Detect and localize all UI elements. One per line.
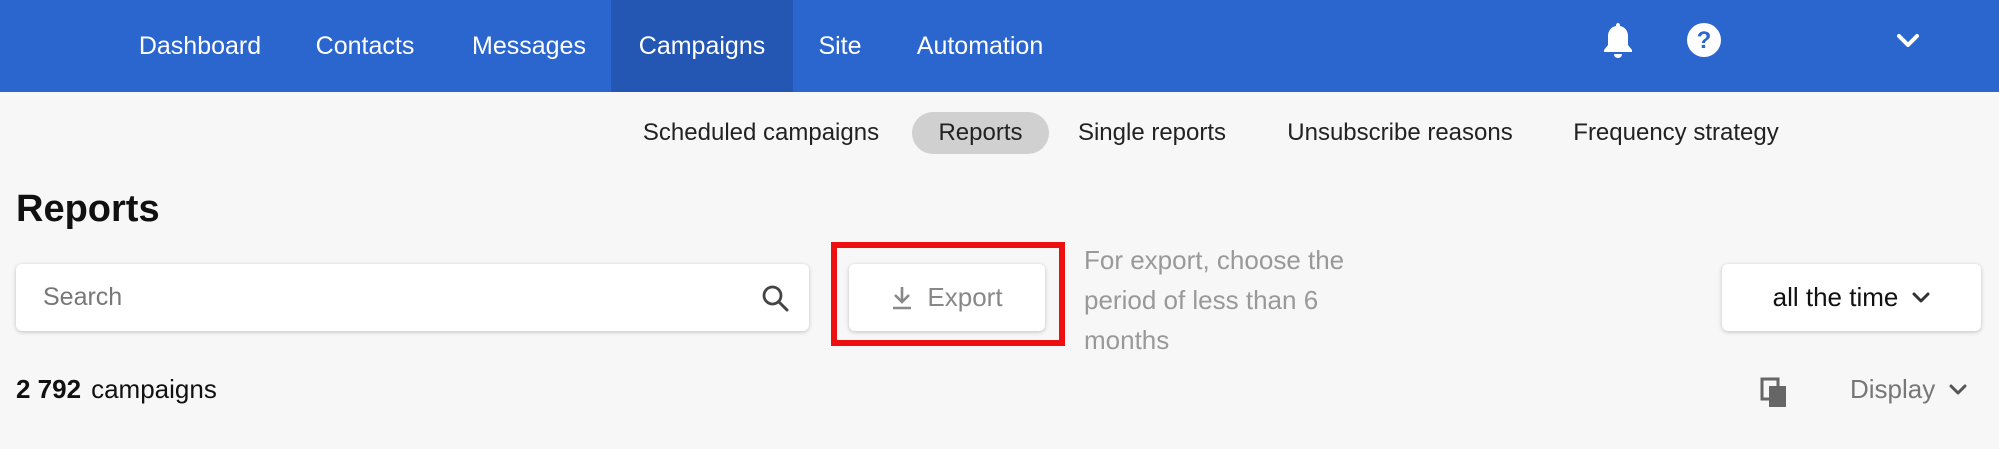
campaign-count-value: 2 792: [16, 374, 82, 404]
export-hint-text: For export, choose the period of less th…: [1084, 245, 1345, 355]
help-icon[interactable]: ?: [1686, 22, 1722, 58]
nav-item-dashboard[interactable]: Dashboard: [118, 0, 282, 92]
search-icon[interactable]: [761, 284, 789, 312]
page-title: Reports: [16, 188, 160, 230]
export-button-label: Export: [927, 282, 1003, 312]
copy-icon[interactable]: [1760, 377, 1788, 409]
subnav-item-scheduled-campaigns[interactable]: Scheduled campaigns: [626, 112, 896, 154]
chevron-down-icon: [1912, 292, 1930, 302]
display-dropdown-label: Display: [1850, 374, 1936, 404]
download-icon: [893, 286, 912, 309]
top-nav-bar: Dashboard Contacts Messages Campaigns Si…: [0, 0, 1999, 92]
subnav-item-unsubscribe-reasons[interactable]: Unsubscribe reasons: [1270, 112, 1530, 154]
bell-icon[interactable]: [1600, 20, 1636, 60]
account-menu-chevron-icon[interactable]: [1894, 30, 1922, 52]
nav-item-contacts[interactable]: Contacts: [290, 0, 440, 92]
subnav-item-frequency-strategy[interactable]: Frequency strategy: [1560, 112, 1792, 154]
subnav-item-single-reports[interactable]: Single reports: [1064, 112, 1240, 154]
search-input[interactable]: [16, 264, 716, 331]
nav-item-campaigns[interactable]: Campaigns: [611, 0, 793, 92]
nav-item-automation[interactable]: Automation: [900, 0, 1060, 92]
chevron-down-icon: [1949, 384, 1967, 394]
period-select-value: all the time: [1772, 282, 1899, 312]
nav-item-messages[interactable]: Messages: [452, 0, 606, 92]
campaign-count: 2 792 campaigns: [16, 374, 217, 405]
campaign-count-unit: campaigns: [91, 374, 217, 404]
period-select[interactable]: all the time: [1722, 264, 1981, 331]
display-dropdown[interactable]: Display: [1850, 374, 1967, 405]
nav-item-site[interactable]: Site: [800, 0, 880, 92]
subnav-item-reports[interactable]: Reports: [912, 112, 1049, 154]
export-button[interactable]: Export: [849, 264, 1045, 331]
search-box: [16, 264, 809, 331]
svg-text:?: ?: [1697, 27, 1712, 54]
